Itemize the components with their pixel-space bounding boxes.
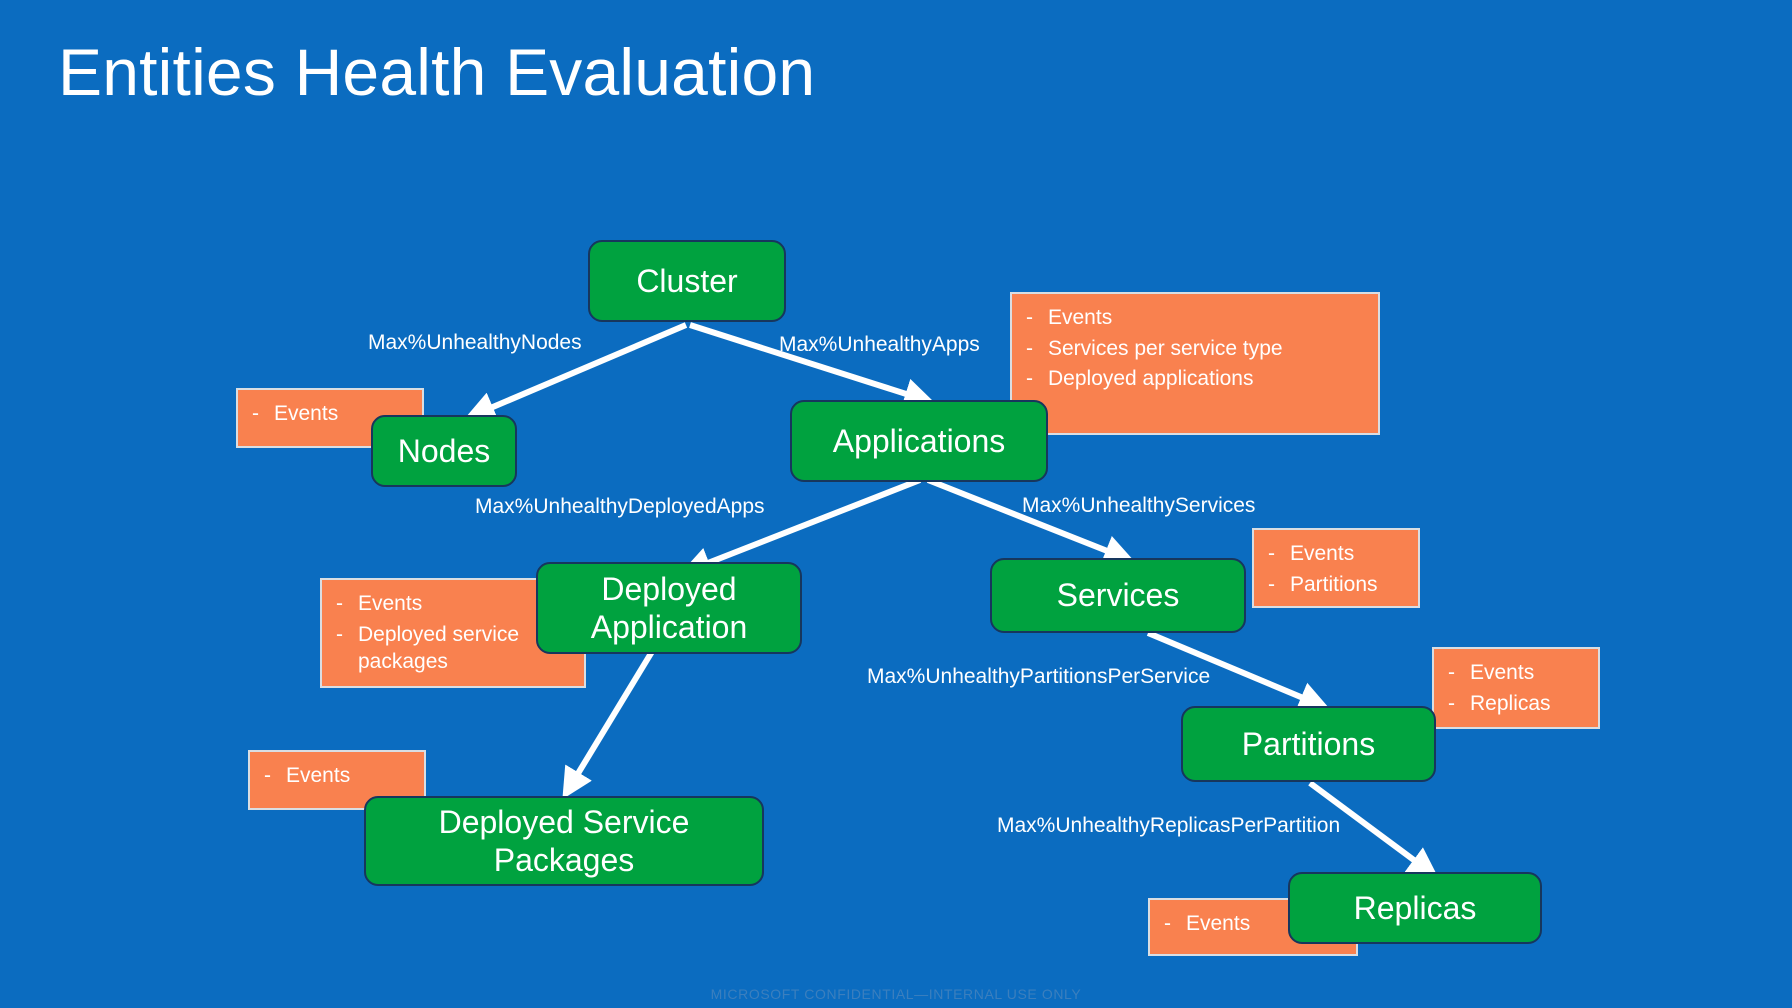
bullet-dash: - bbox=[336, 592, 343, 615]
bullet-dash: - bbox=[1448, 661, 1455, 684]
edge-label-applications-deployedapp: Max%UnhealthyDeployedApps bbox=[475, 495, 765, 518]
confidentiality-footer: MICROSOFT CONFIDENTIAL—INTERNAL USE ONLY bbox=[710, 986, 1082, 1002]
list-item: - Events bbox=[1448, 659, 1588, 687]
list-item: - Events bbox=[264, 762, 414, 790]
entity-partitions[interactable]: Partitions bbox=[1181, 706, 1436, 782]
bullet-dash: - bbox=[1164, 912, 1171, 935]
edge-label-services-partitions: Max%UnhealthyPartitionsPerService bbox=[867, 665, 1211, 688]
bullet-dash: - bbox=[336, 622, 343, 646]
list-item: - Events bbox=[1026, 304, 1368, 332]
bullet-dash: - bbox=[1026, 336, 1033, 360]
entity-label: Replicas bbox=[1353, 889, 1477, 926]
entity-label: Services bbox=[1056, 577, 1180, 614]
entity-label: Cluster bbox=[636, 262, 738, 299]
entity-cluster[interactable]: Cluster bbox=[588, 240, 786, 322]
list-item: - Events bbox=[1268, 540, 1408, 568]
entity-nodes[interactable]: Nodes bbox=[371, 415, 517, 487]
entity-deployed-service-packages[interactable]: Deployed Service Packages bbox=[364, 796, 764, 886]
list-item: - Services per service type bbox=[1026, 335, 1368, 363]
partitions-callout: - Events - Replicas bbox=[1432, 647, 1600, 729]
entity-label: Deployed Service Packages bbox=[438, 803, 690, 878]
entity-label: Partitions bbox=[1241, 725, 1376, 762]
bullet-dash: - bbox=[1026, 367, 1033, 391]
bullet-dash: - bbox=[1268, 572, 1275, 596]
bullet-dash: - bbox=[1268, 542, 1275, 565]
arrow-applications-services bbox=[926, 477, 1136, 565]
edge-label-cluster-nodes: Max%UnhealthyNodes bbox=[368, 331, 582, 354]
page-title: Entities Health Evaluation bbox=[58, 35, 816, 109]
entity-applications[interactable]: Applications bbox=[790, 400, 1048, 482]
bullet-dash: - bbox=[1026, 306, 1033, 329]
entity-replicas[interactable]: Replicas bbox=[1288, 872, 1542, 944]
bullet-dash: - bbox=[252, 402, 259, 425]
edge-label-partitions-replicas: Max%UnhealthyReplicasPerPartition bbox=[997, 814, 1341, 837]
connector-layer bbox=[464, 322, 1439, 879]
list-item: - Deployed applications bbox=[1026, 365, 1368, 393]
list-item: - Replicas bbox=[1448, 690, 1588, 718]
entity-deployed-application[interactable]: Deployed Application bbox=[536, 562, 802, 654]
bullet-dash: - bbox=[1448, 691, 1455, 715]
list-item: - Partitions bbox=[1268, 571, 1408, 599]
edge-label-applications-services: Max%UnhealthyServices bbox=[1022, 494, 1256, 517]
arrow-applications-deployedapp bbox=[679, 477, 922, 578]
entity-label: Applications bbox=[832, 422, 1006, 459]
bullet-dash: - bbox=[264, 764, 271, 787]
edge-label-cluster-applications: Max%UnhealthyApps bbox=[779, 333, 980, 356]
services-callout: - Events - Partitions bbox=[1252, 528, 1420, 608]
entity-services[interactable]: Services bbox=[990, 558, 1246, 633]
applications-callout: - Events - Services per service type - D… bbox=[1010, 292, 1380, 435]
slide-canvas: Entities Health Evaluation - Events - Ev… bbox=[0, 0, 1792, 1008]
entity-label: Nodes bbox=[397, 432, 491, 469]
entity-label: Deployed Application bbox=[590, 570, 748, 645]
